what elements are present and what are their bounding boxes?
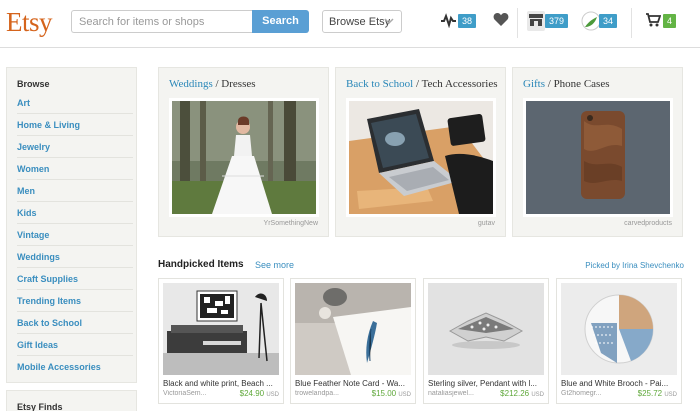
sidebar-item-home-living[interactable]: Home & Living: [17, 114, 133, 136]
item-shop[interactable]: Gt2homegr...: [561, 390, 631, 397]
sidebar-title: Browse: [17, 79, 50, 89]
laptop-desk-image[interactable]: [346, 98, 496, 217]
shop-icon[interactable]: [527, 11, 545, 31]
sidebar-item-art[interactable]: Art: [17, 92, 133, 114]
sidebar-item-trending-items[interactable]: Trending Items: [17, 290, 133, 312]
item-currency: USD: [664, 392, 677, 398]
sidebar-item-men[interactable]: Men: [17, 180, 133, 202]
search-button[interactable]: Search: [252, 10, 309, 33]
sidebar-item-kids[interactable]: Kids: [17, 202, 133, 224]
sidebar-item-craft-supplies[interactable]: Craft Supplies: [17, 268, 133, 290]
item-currency: USD: [398, 392, 411, 398]
item-image[interactable]: [295, 283, 411, 375]
browse-sidebar: Browse Art Home & Living Jewelry Women M…: [6, 67, 137, 383]
item-price-value: $212.26: [500, 389, 530, 398]
sidebar-item-weddings[interactable]: Weddings: [17, 246, 133, 268]
featured-card-back-to-school[interactable]: Back to School / Tech Accessories gutav: [335, 67, 506, 237]
sidebar-item-women[interactable]: Women: [17, 158, 133, 180]
avatar[interactable]: [581, 9, 601, 38]
cart-badge: 4: [663, 14, 677, 28]
item-price: $212.26 USD: [500, 389, 544, 398]
card-slash: /: [547, 78, 551, 90]
etsy-logo[interactable]: Etsy: [6, 7, 53, 38]
item-name[interactable]: Sterling silver, Pendant with l...: [428, 379, 544, 388]
item-shop[interactable]: nataliasjewel...: [428, 390, 498, 397]
card-title: Back to School / Tech Accessories: [346, 78, 498, 90]
item-shop[interactable]: trowelandpa...: [295, 390, 365, 397]
handpicked-item[interactable]: Black and white print, Beach ... Victori…: [158, 278, 284, 404]
picked-by-link[interactable]: Picked by Irina Shevchenko: [585, 261, 684, 270]
card-subcategory: Phone Cases: [553, 78, 610, 90]
image-credit[interactable]: gutav: [478, 220, 495, 227]
card-category-link[interactable]: Weddings: [169, 78, 213, 90]
item-currency: USD: [266, 392, 279, 398]
etsy-finds-panel: Etsy Finds: [6, 390, 137, 411]
card-subcategory: Dresses: [221, 78, 256, 90]
card-title: Gifts / Phone Cases: [523, 78, 609, 90]
item-name[interactable]: Blue Feather Note Card - Wa...: [295, 379, 411, 388]
item-price: $24.90 USD: [240, 389, 279, 398]
activity-badge: 38: [458, 14, 477, 28]
card-subcategory: Tech Accessories: [421, 78, 498, 90]
card-slash: /: [215, 78, 219, 90]
featured-card-weddings[interactable]: Weddings / Dresses YrSomethingNew: [158, 67, 329, 237]
image-credit[interactable]: YrSomethingNew: [264, 220, 318, 227]
item-shop[interactable]: VictoriaSem...: [163, 390, 233, 397]
item-price-value: $25.72: [637, 389, 663, 398]
etsy-finds-title: Etsy Finds: [17, 402, 63, 411]
item-name[interactable]: Blue and White Brooch - Pai...: [561, 379, 677, 388]
heart-icon[interactable]: [493, 12, 509, 32]
browse-etsy-dropdown[interactable]: Browse Etsy: [322, 10, 402, 33]
sidebar-item-vintage[interactable]: Vintage: [17, 224, 133, 246]
item-price-value: $15.00: [371, 389, 397, 398]
item-image[interactable]: [428, 283, 544, 375]
sidebar-item-jewelry[interactable]: Jewelry: [17, 136, 133, 158]
image-credit[interactable]: carvedproducts: [624, 220, 672, 227]
item-image[interactable]: [163, 283, 279, 375]
item-price-value: $24.90: [239, 389, 265, 398]
shop-badge: 379: [545, 14, 569, 28]
phone-case-image[interactable]: [523, 98, 673, 217]
cart-icon[interactable]: [645, 12, 662, 33]
item-name[interactable]: Black and white print, Beach ...: [163, 379, 279, 388]
handpicked-item[interactable]: Blue Feather Note Card - Wa... troweland…: [290, 278, 416, 404]
handpicked-title: Handpicked Items: [158, 259, 244, 270]
chevron-down-icon: [383, 14, 395, 31]
search-input[interactable]: Search for items or shops: [71, 10, 253, 33]
handpicked-item[interactable]: Blue and White Brooch - Pai... Gt2homegr…: [556, 278, 682, 404]
header-divider: [631, 8, 632, 38]
top-header: Etsy Search for items or shops Search Br…: [0, 0, 700, 48]
featured-card-gifts[interactable]: Gifts / Phone Cases carvedproducts: [512, 67, 683, 237]
sidebar-item-back-to-school[interactable]: Back to School: [17, 312, 133, 334]
activity-icon[interactable]: [440, 12, 457, 33]
browse-label: Browse Etsy: [329, 16, 391, 28]
item-currency: USD: [531, 392, 544, 398]
card-title: Weddings / Dresses: [169, 78, 256, 90]
item-price: $15.00 USD: [372, 389, 411, 398]
wedding-dress-image[interactable]: [169, 98, 319, 217]
item-price: $25.72 USD: [638, 389, 677, 398]
card-category-link[interactable]: Back to School: [346, 78, 413, 90]
card-category-link[interactable]: Gifts: [523, 78, 545, 90]
sidebar-item-mobile-accessories[interactable]: Mobile Accessories: [17, 356, 133, 378]
avatar-badge: 34: [599, 14, 618, 28]
header-divider: [517, 8, 518, 38]
see-more-link[interactable]: See more: [255, 260, 294, 270]
sidebar-item-gift-ideas[interactable]: Gift Ideas: [17, 334, 133, 356]
item-image[interactable]: [561, 283, 677, 375]
card-slash: /: [415, 78, 420, 90]
handpicked-item[interactable]: Sterling silver, Pendant with l... natal…: [423, 278, 549, 404]
